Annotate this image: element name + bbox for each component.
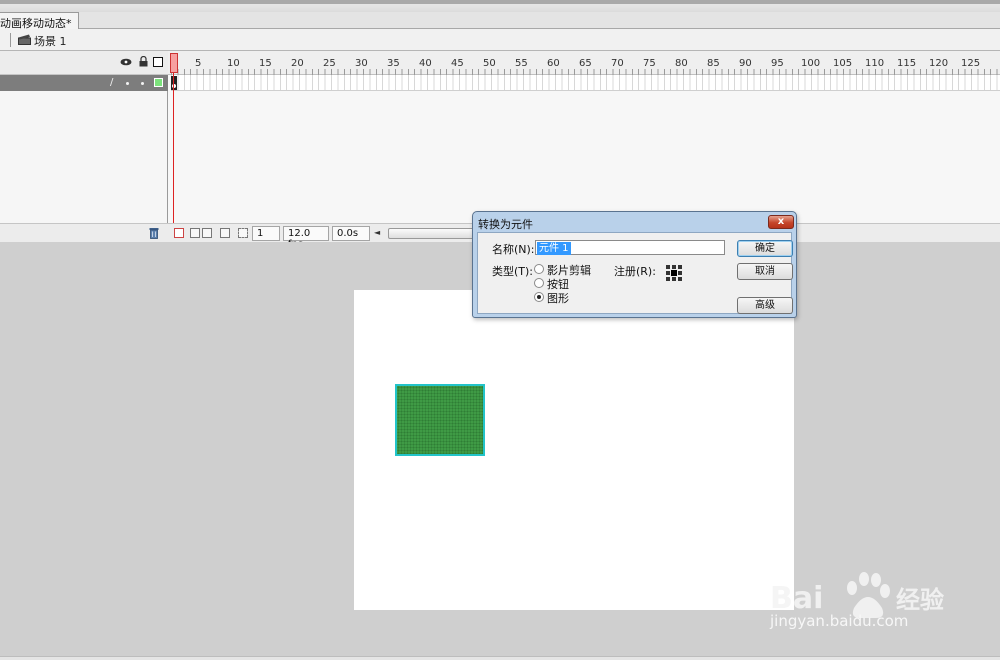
elapsed-time-field: 0.0s <box>332 226 370 241</box>
svg-text:Bai: Bai <box>770 581 823 616</box>
frame-ruler[interactable]: 5 10 15 20 25 30 35 40 45 50 55 60 65 70… <box>168 51 1000 75</box>
layer-footer <box>0 223 168 242</box>
registration-label: 注册(R): <box>614 265 656 278</box>
lock-dot[interactable] <box>141 82 144 85</box>
center-frame-icon[interactable] <box>174 228 184 238</box>
ruler-number: 35 <box>387 58 400 69</box>
ruler-number: 20 <box>291 58 304 69</box>
layer-row[interactable]: / <box>0 75 168 91</box>
ruler-number: 75 <box>643 58 656 69</box>
timeline-scrollbar[interactable] <box>388 228 480 239</box>
ruler-number: 25 <box>323 58 336 69</box>
ruler-number: 10 <box>227 58 240 69</box>
radio-movie-clip[interactable] <box>534 264 544 274</box>
type-label: 类型(T): <box>492 265 534 278</box>
ruler-number: 125 <box>961 58 981 69</box>
dialog-body: 名称(N): 元件 1 类型(T): 影片剪辑 按钮 图形 注册(R): 确定 … <box>477 232 793 314</box>
svg-text:经验: 经验 <box>896 586 944 614</box>
ruler-number: 110 <box>865 58 885 69</box>
onion-skin-icon[interactable] <box>190 228 200 238</box>
onion-outline-icon[interactable] <box>202 228 212 238</box>
visibility-dot[interactable] <box>126 82 129 85</box>
window-top-strip <box>0 0 1000 12</box>
ruler-number: 65 <box>579 58 592 69</box>
close-icon[interactable]: x <box>768 215 794 229</box>
registration-grid-icon[interactable] <box>666 265 682 281</box>
symbol-name-value: 元件 1 <box>537 242 571 255</box>
radio-button[interactable] <box>534 278 544 288</box>
modify-markers-icon[interactable] <box>238 228 248 238</box>
outline-toggle-icon[interactable] <box>153 57 163 67</box>
layers-panel: / <box>0 51 168 242</box>
eye-icon[interactable] <box>120 58 132 66</box>
edit-multiple-frames-icon[interactable] <box>220 228 230 238</box>
advanced-button[interactable]: 高级 <box>737 297 793 314</box>
ruler-number: 100 <box>801 58 821 69</box>
tab-bar-background <box>64 12 1000 29</box>
selected-rectangle-shape[interactable] <box>395 384 485 456</box>
keyframe[interactable] <box>171 76 177 90</box>
trash-icon[interactable] <box>149 227 159 239</box>
scroll-left-arrow-icon[interactable]: ◄ <box>374 228 380 237</box>
radio-graphic[interactable] <box>534 292 544 302</box>
scene-label[interactable]: 场景 1 <box>34 33 67 49</box>
ruler-number: 120 <box>929 58 949 69</box>
dialog-title: 转换为元件 <box>478 218 533 231</box>
ruler-number: 70 <box>611 58 624 69</box>
layer-header <box>0 51 168 75</box>
ruler-number: 40 <box>419 58 432 69</box>
ruler-number: 15 <box>259 58 272 69</box>
ruler-number: 80 <box>675 58 688 69</box>
pencil-icon: / <box>110 77 114 88</box>
current-frame-field: 1 <box>252 226 280 241</box>
layer-outline-color[interactable] <box>154 78 163 87</box>
ruler-number: 60 <box>547 58 560 69</box>
stage-canvas[interactable] <box>354 290 794 610</box>
clapperboard-icon <box>18 34 31 45</box>
frame-row[interactable] <box>171 75 1000 91</box>
edit-bar-divider <box>10 33 11 47</box>
bottom-border <box>0 656 1000 660</box>
ruler-number: 95 <box>771 58 784 69</box>
ruler-number: 50 <box>483 58 496 69</box>
playhead-line <box>173 73 174 223</box>
ruler-number: 115 <box>897 58 917 69</box>
type-graphic-label[interactable]: 图形 <box>547 290 569 306</box>
symbol-name-input[interactable]: 元件 1 <box>535 240 725 255</box>
ruler-number: 55 <box>515 58 528 69</box>
ruler-number: 5 <box>195 58 202 69</box>
name-label: 名称(N): <box>492 243 535 256</box>
ruler-number: 90 <box>739 58 752 69</box>
document-tab[interactable]: 动画移动动态* <box>0 12 79 30</box>
edit-bar: 场景 1 <box>0 29 1000 51</box>
watermark-url: jingyan.baidu.com <box>770 612 909 630</box>
ruler-number: 85 <box>707 58 720 69</box>
ruler-number: 30 <box>355 58 368 69</box>
frame-rate-field[interactable]: 12.0 fps <box>283 226 329 250</box>
playhead[interactable] <box>170 53 178 73</box>
ruler-number: 45 <box>451 58 464 69</box>
cancel-button[interactable]: 取消 <box>737 263 793 280</box>
ok-button[interactable]: 确定 <box>737 240 793 257</box>
ruler-number: 105 <box>833 58 853 69</box>
lock-icon[interactable] <box>139 56 148 67</box>
convert-to-symbol-dialog: 转换为元件 x 名称(N): 元件 1 类型(T): 影片剪辑 按钮 图形 注册… <box>472 211 797 318</box>
baidu-watermark-logo: Bai 经验 <box>770 572 944 618</box>
